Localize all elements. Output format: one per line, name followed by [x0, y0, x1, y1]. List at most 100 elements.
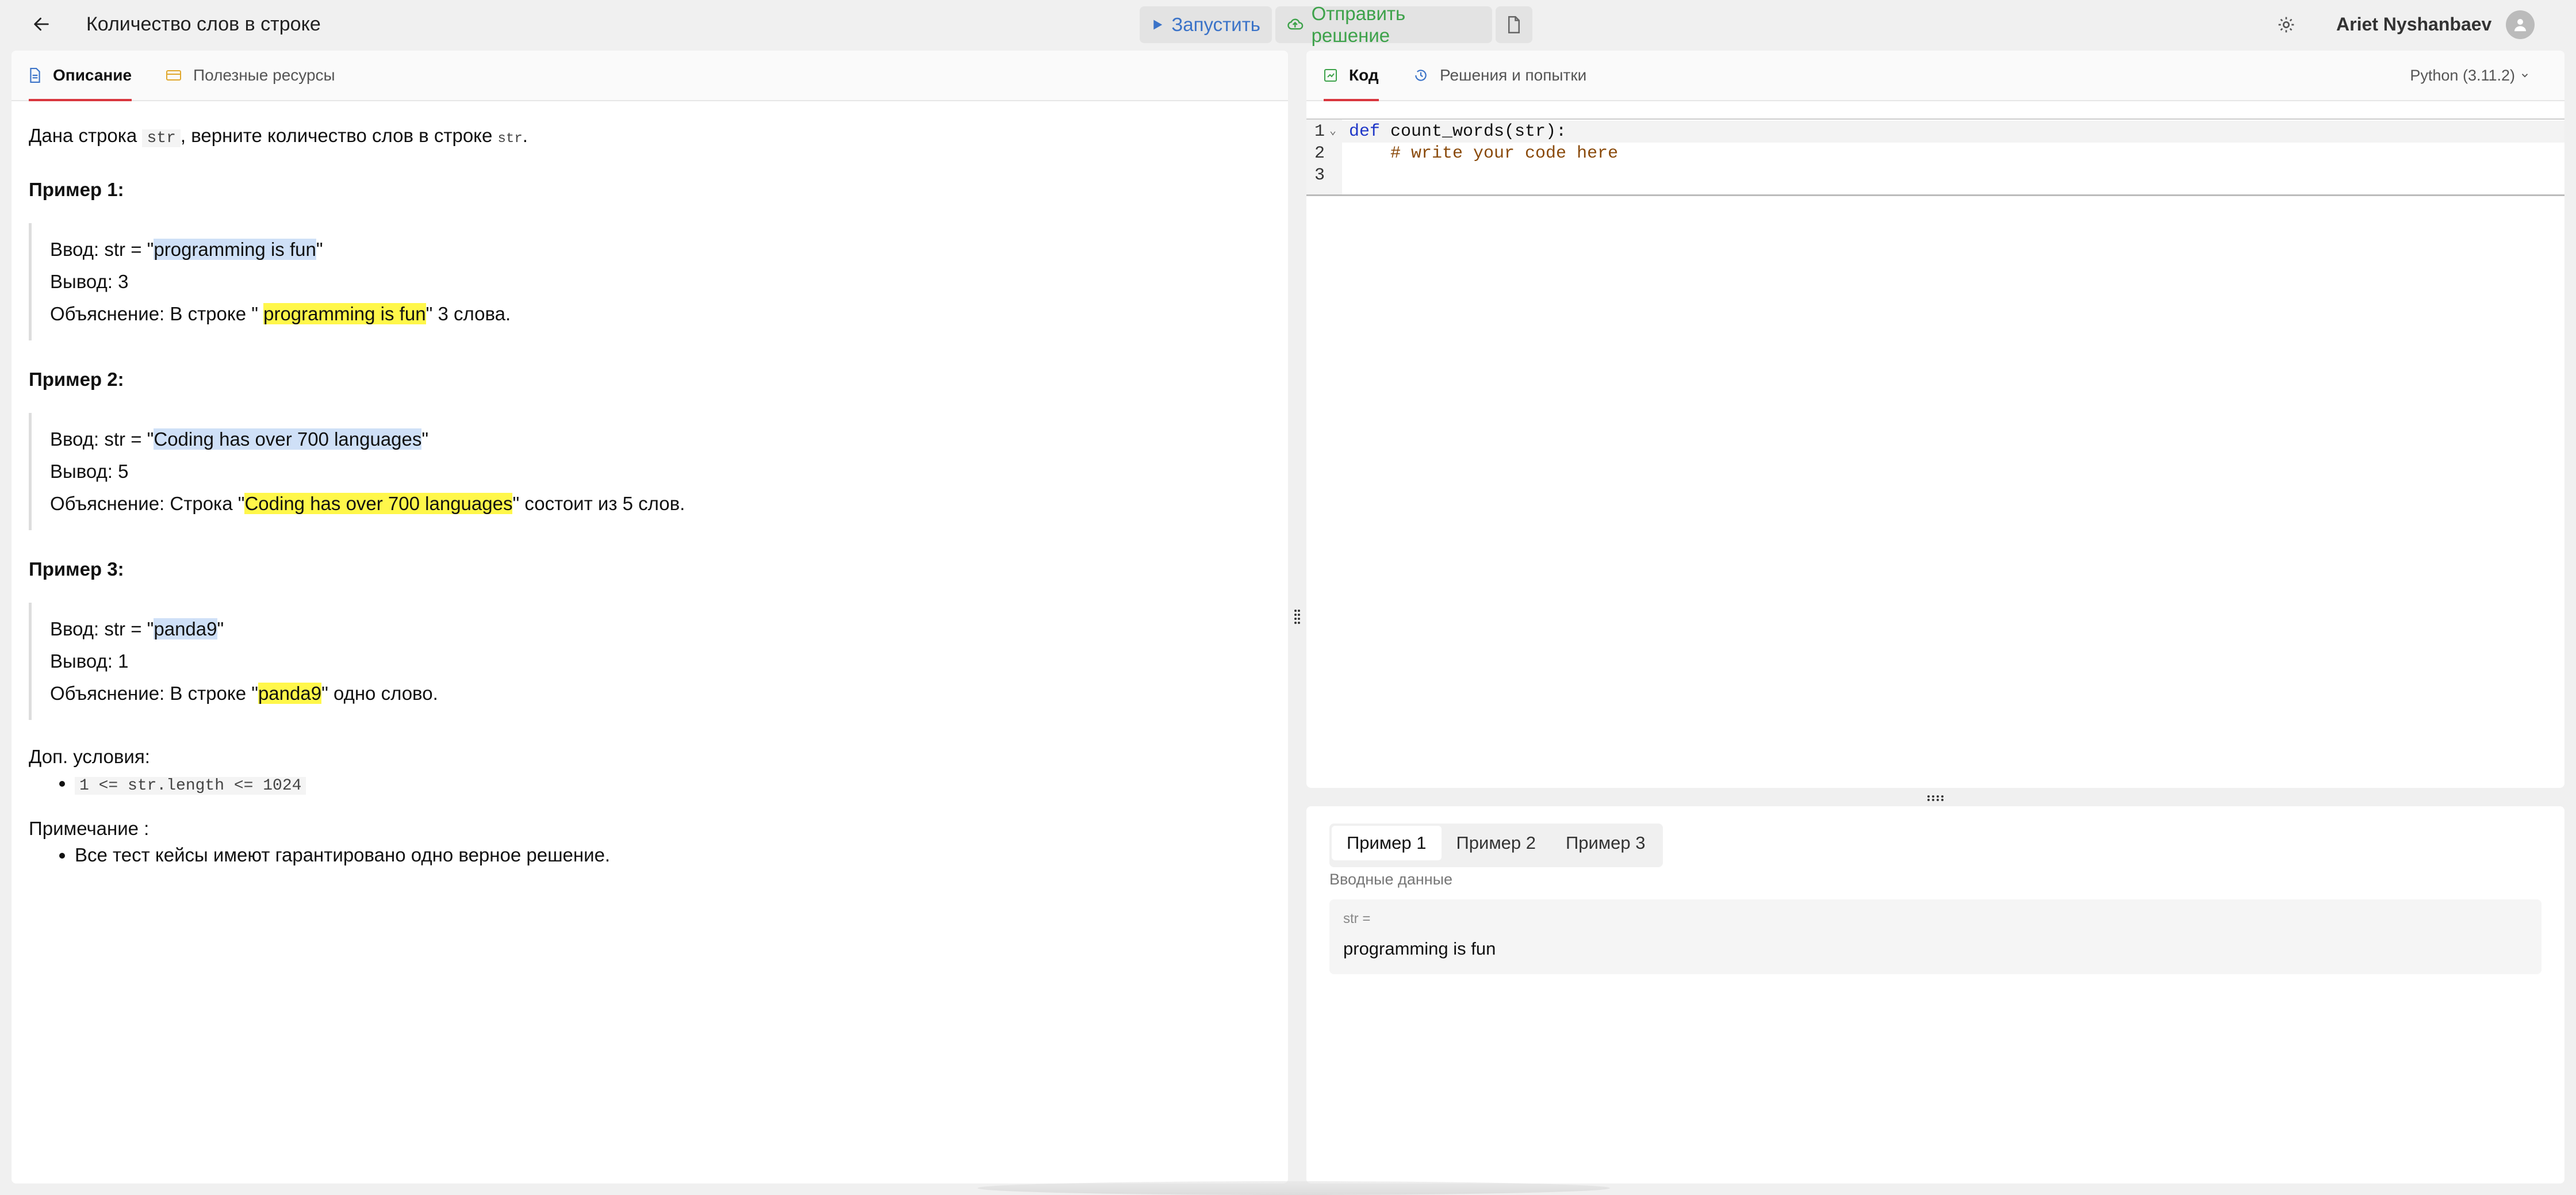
input-value: panda9 [154, 618, 217, 639]
code-keyword: def [1349, 122, 1381, 141]
inline-code: str [142, 129, 181, 147]
line-number: 3 [1314, 166, 1325, 185]
input-prefix: Ввод: str = " [50, 239, 154, 260]
example-heading: Пример 1: [29, 179, 124, 200]
variable-value[interactable]: programming is fun [1343, 939, 1496, 959]
description-tabs: Описание Полезные ресурсы [12, 51, 1288, 101]
statement-text: . [522, 125, 528, 146]
vertical-resize-handle[interactable] [1291, 605, 1303, 629]
testcase-tab-2[interactable]: Пример 2 [1442, 826, 1551, 860]
example-input: Ввод: str = "panda9" [50, 613, 1265, 645]
code-line[interactable]: 3 [1306, 164, 2564, 186]
testcase-input-box[interactable]: str = programming is fun [1329, 899, 2542, 974]
tab-resources-label: Полезные ресурсы [193, 66, 335, 84]
variable-name: str = [1343, 911, 1371, 926]
tab-code-label: Код [1349, 66, 1379, 84]
problem-title: Количество слов в строке [86, 13, 321, 35]
explanation-prefix: Объяснение: В строке " [50, 683, 258, 704]
example-input: Ввод: str = "programming is fun" [50, 233, 1265, 266]
settings-gear-icon[interactable] [2274, 13, 2298, 37]
example-heading: Пример 2: [29, 369, 124, 390]
user-icon [2514, 19, 2526, 32]
example-block: Ввод: str = "panda9" Вывод: 1 Объяснение… [29, 603, 1265, 720]
user-name[interactable]: Ariet Nyshanbaev [2336, 12, 2491, 37]
file-button[interactable] [1496, 6, 1532, 43]
play-icon [1153, 20, 1163, 30]
file-icon [1508, 16, 1520, 33]
problem-statement: Дана строка str, верните количество слов… [29, 120, 1265, 155]
constraints-list: 1 <= str.length <= 1024 [29, 771, 1265, 799]
tab-resources[interactable]: Полезные ресурсы [166, 51, 335, 100]
explanation-highlight: panda9 [258, 683, 322, 704]
book-icon [166, 70, 181, 81]
example-output: Вывод: 5 [50, 461, 129, 482]
example-heading: Пример 3: [29, 558, 124, 580]
tab-attempts-label: Решения и попытки [1440, 66, 1587, 84]
action-buttons: Запустить Отправить решение [1140, 3, 1532, 46]
note-item: Все тест кейсы имеют гарантировано одно … [75, 842, 1265, 868]
code-text: count_words(str): [1380, 122, 1567, 141]
explanation-highlight: Coding has over 700 languages [244, 493, 513, 514]
avatar[interactable] [2506, 10, 2535, 39]
line-number: 2 [1314, 144, 1325, 163]
code-line[interactable]: 1 ⌄ def count_words(str): [1306, 121, 2564, 143]
language-select[interactable]: Python (3.11.2) [2410, 51, 2530, 100]
tab-attempts[interactable]: Решения и попытки [1413, 51, 1586, 100]
history-icon [1415, 70, 1427, 81]
code-tabs: Код Решения и попытки Python (3.11.2) [1306, 51, 2564, 101]
top-bar: Количество слов в строке Запустить Отпра… [0, 0, 2576, 49]
bottom-scroll-shadow [977, 1181, 1610, 1195]
submit-button[interactable]: Отправить решение [1275, 3, 1492, 46]
example-explanation: Объяснение: В строке "panda9" одно слово… [50, 677, 1265, 710]
language-label: Python (3.11.2) [2410, 66, 2515, 84]
explanation-suffix: " состоит из 5 слов. [512, 493, 685, 514]
tab-code[interactable]: Код [1324, 51, 1379, 101]
document-icon [30, 68, 40, 83]
input-value: Coding has over 700 languages [154, 428, 422, 450]
constraint-code: 1 <= str.length <= 1024 [75, 777, 306, 795]
code-panel: Код Решения и попытки Python (3.11.2) 1 … [1306, 51, 2564, 788]
example-block: Ввод: str = "programming is fun" Вывод: … [29, 223, 1265, 340]
chevron-down-icon [2521, 74, 2528, 78]
submit-label: Отправить решение [1311, 3, 1406, 46]
testcase-tab-1[interactable]: Пример 1 [1332, 826, 1442, 860]
run-label: Запустить [1171, 14, 1260, 35]
input-suffix: " [421, 428, 429, 450]
explanation-prefix: Объяснение: Строка " [50, 493, 245, 514]
explanation-highlight: programming is fun [263, 303, 426, 324]
code-line[interactable]: 2 # write your code here [1306, 143, 2564, 164]
horizontal-resize-handle[interactable] [1925, 792, 1948, 804]
example-block: Ввод: str = "Coding has over 700 languag… [29, 413, 1265, 530]
testcase-tabs: Пример 1 Пример 2 Пример 3 [1329, 824, 1663, 867]
input-suffix: " [316, 239, 323, 260]
example-output: Вывод: 1 [50, 650, 129, 672]
input-suffix: " [217, 618, 224, 639]
example-explanation: Объяснение: В строке " programming is fu… [50, 298, 1265, 330]
constraint-item: 1 <= str.length <= 1024 [75, 771, 1265, 799]
code-comment: # write your code here [1349, 144, 1619, 163]
notes-list: Все тест кейсы имеют гарантировано одно … [29, 842, 1265, 868]
fold-chevron-icon[interactable]: ⌄ [1329, 121, 1336, 143]
input-value: programming is fun [154, 239, 316, 260]
testcase-panel: Пример 1 Пример 2 Пример 3 Вводные данны… [1306, 806, 2564, 1183]
run-button[interactable]: Запустить [1140, 6, 1272, 43]
description-panel: Описание Полезные ресурсы Дана строка st… [12, 51, 1288, 1183]
explanation-prefix: Объяснение: В строке " [50, 303, 264, 324]
problem-description: Дана строка str, верните количество слов… [29, 120, 1265, 868]
cloud-upload-icon [1287, 18, 1304, 30]
code-icon [1324, 69, 1337, 82]
inline-code: str [497, 131, 523, 147]
explanation-suffix: " 3 слова. [425, 303, 511, 324]
example-explanation: Объяснение: Строка "Coding has over 700 … [50, 488, 1265, 520]
code-editor[interactable]: 1 ⌄ def count_words(str): 2 # write your… [1306, 118, 2564, 196]
input-prefix: Ввод: str = " [50, 428, 154, 450]
testcase-tab-3[interactable]: Пример 3 [1551, 826, 1661, 860]
input-data-label: Вводные данные [1329, 871, 1453, 888]
explanation-suffix: " одно слово. [321, 683, 438, 704]
tab-description-label: Описание [53, 66, 132, 84]
constraints-heading: Доп. условия: [29, 746, 150, 767]
back-arrow-icon[interactable] [29, 12, 54, 37]
tab-description[interactable]: Описание [29, 51, 132, 101]
input-prefix: Ввод: str = " [50, 618, 154, 639]
statement-text: Дана строка [29, 125, 137, 146]
